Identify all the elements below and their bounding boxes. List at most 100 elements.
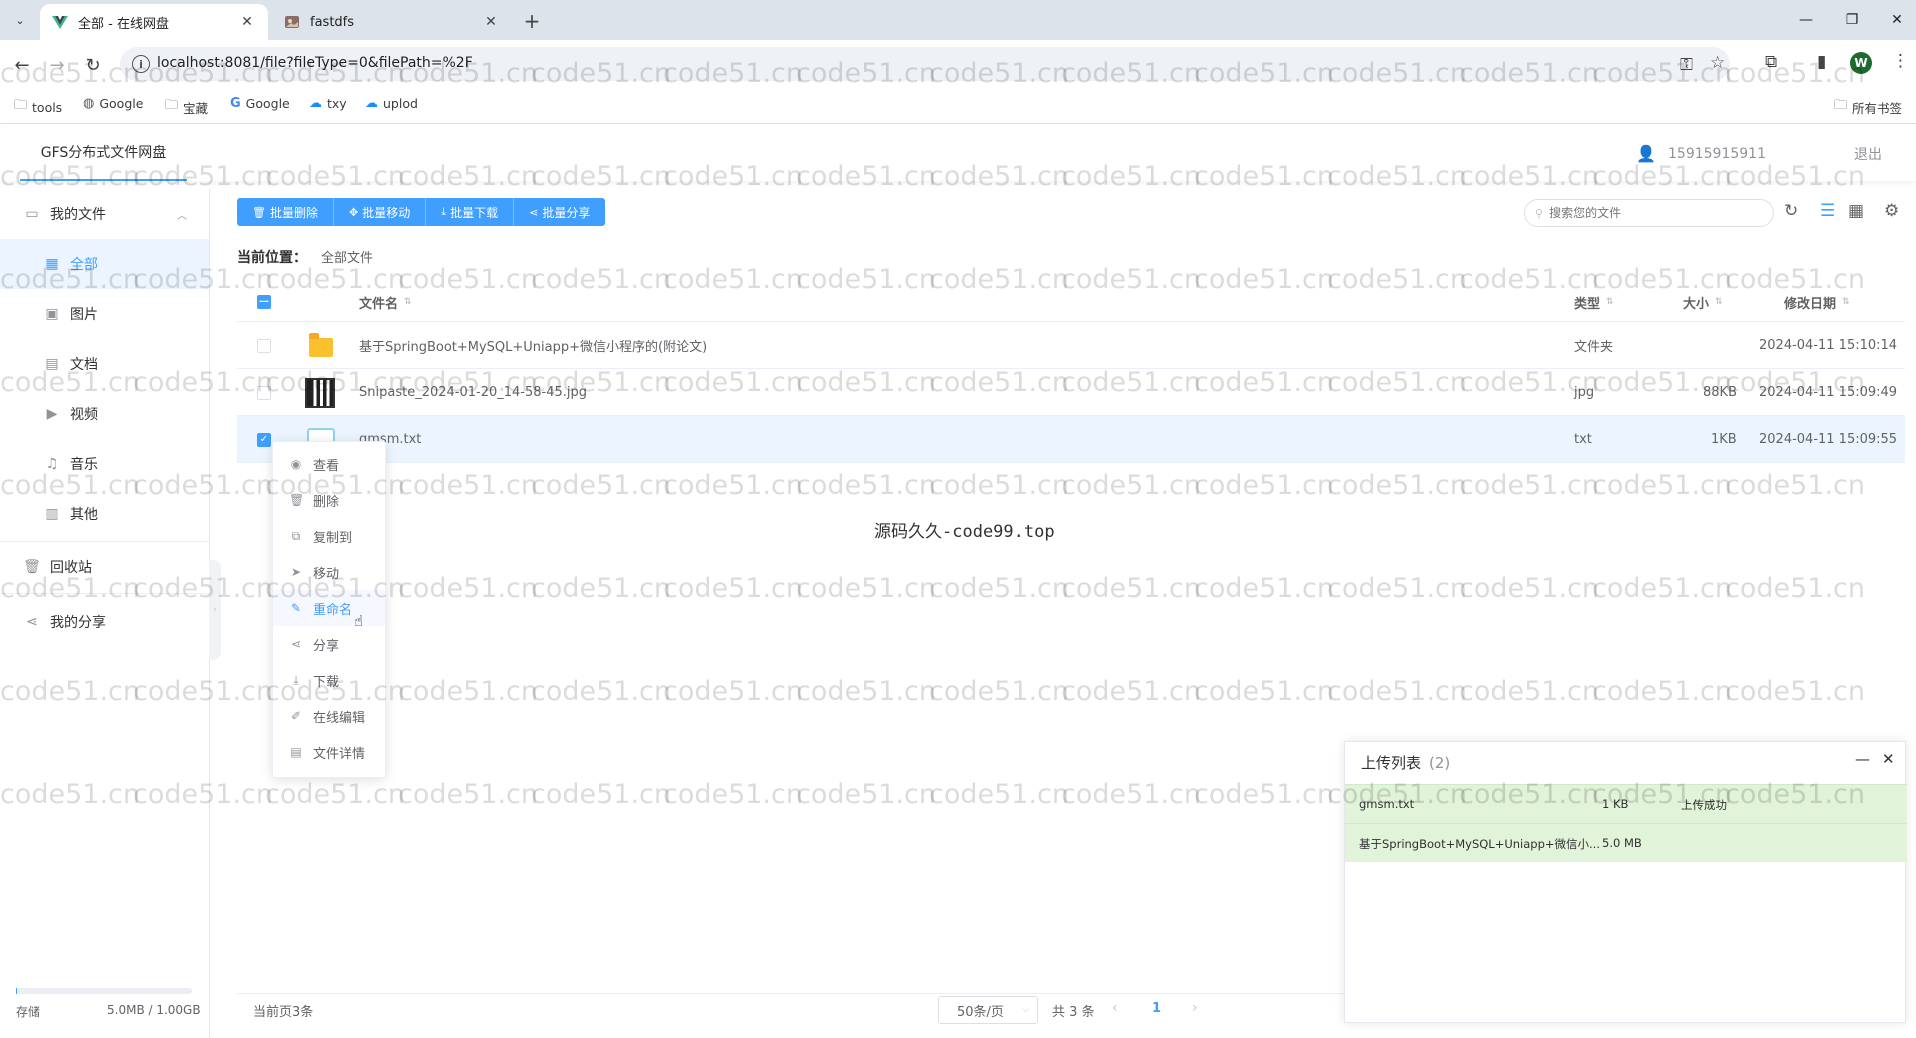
pen-icon: ✐ (290, 709, 302, 723)
bookmark-uplod[interactable]: ☁ uplod (365, 96, 418, 111)
batch-move-button[interactable]: ✥ 批量移动 (333, 198, 427, 226)
trash-icon: 🗑 (23, 559, 41, 575)
file-name[interactable]: 基于SpringBoot+MySQL+Uniapp+微信小程序的(附论文) (359, 322, 707, 369)
forward-arrow-icon[interactable]: → (44, 52, 70, 78)
back-arrow-icon[interactable]: ← (9, 52, 35, 78)
batch-delete-button[interactable]: 🗑 批量删除 (237, 198, 334, 226)
browser-tab-fastdfs[interactable]: fastdfs ✕ (272, 4, 512, 40)
sidebar-recycle-bin[interactable]: 🗑 回收站 (0, 542, 209, 592)
column-type[interactable]: 类型 ⇅ (1574, 282, 1614, 322)
row-checkbox[interactable]: ✓ (257, 432, 271, 447)
menu-item-view[interactable]: ◉ 查看 (273, 446, 385, 482)
breadcrumb-label: 当前位置： (237, 250, 307, 266)
watermark-text: code51.cn (398, 573, 539, 604)
menu-item-share[interactable]: ⋖ 分享 (273, 626, 385, 662)
file-name[interactable]: Snipaste_2024-01-20_14-58-45.jpg (359, 369, 587, 416)
restore-window-icon[interactable]: ❐ (1837, 8, 1867, 32)
file-type: jpg (1574, 385, 1595, 400)
watermark-text: code51.cn (1194, 470, 1335, 501)
bookmark-google[interactable]: ◍ Google (83, 96, 143, 111)
menu-item-rename[interactable]: ✎ 重命名 (273, 590, 385, 626)
qr-image-icon (305, 377, 335, 408)
file-search-box[interactable]: ⚲ (1524, 199, 1774, 227)
cloud-icon: ☁ (309, 96, 322, 111)
menu-item-download[interactable]: ⤓ 下载 (273, 662, 385, 698)
bookmark-google-2[interactable]: G Google (230, 96, 290, 111)
menu-item-copy-to[interactable]: ⧉ 复制到 (273, 518, 385, 554)
bookmark-baozang[interactable]: 🗀 宝藏 (165, 96, 208, 118)
refresh-icon[interactable]: ↻ (1784, 201, 1798, 221)
watermark-text: code51.cn (1061, 779, 1202, 810)
list-view-icon[interactable]: ☰ (1820, 201, 1835, 221)
file-date: 2024-04-11 15:09:55 (1759, 432, 1898, 447)
watermark-text: code51.cn (1459, 573, 1600, 604)
browser-tab-active[interactable]: 全部 - 在线网盘 ✕ (40, 4, 268, 40)
site-info-icon[interactable]: i (132, 55, 150, 73)
close-window-icon[interactable]: ✕ (1882, 8, 1912, 32)
menu-item-delete[interactable]: 🗑 删除 (273, 482, 385, 518)
select-all-checkbox[interactable]: — (257, 295, 271, 309)
file-search-input[interactable] (1549, 206, 1750, 220)
row-checkbox[interactable] (257, 385, 271, 400)
sort-icon[interactable]: ⇅ (1606, 297, 1614, 307)
sort-icon[interactable]: ⇅ (1715, 297, 1723, 307)
page-size-select[interactable]: 50条/页 ⌵ (938, 996, 1038, 1024)
logout-link[interactable]: 退出 (1854, 144, 1882, 164)
table-row[interactable]: Snipaste_2024-01-20_14-58-45.jpg jpg 88K… (237, 369, 1905, 416)
sidebar-item-other[interactable]: ▥ 其他 (0, 489, 209, 539)
batch-download-button[interactable]: ⤓ 批量下载 (426, 198, 515, 226)
sidebar-item-all[interactable]: ▦ 全部 (0, 239, 209, 289)
tab-search-dropdown-icon[interactable]: ⌄ (8, 9, 32, 31)
app-title-tab[interactable]: GFS分布式文件网盘 (20, 124, 187, 181)
sidebar-my-share[interactable]: ⋖ 我的分享 (0, 597, 209, 647)
breadcrumb-path[interactable]: 全部文件 (321, 247, 373, 267)
sidebar-item-videos[interactable]: ▶ 视频 (0, 389, 209, 439)
sidebar-my-files[interactable]: ▭ 我的文件 ︿ (0, 189, 209, 239)
all-bookmarks[interactable]: 🗀 所有书签 (1834, 96, 1902, 118)
prev-page-icon[interactable]: ‹ (1112, 1000, 1118, 1016)
side-panel-icon[interactable]: ▮ (1817, 52, 1826, 72)
column-size[interactable]: 大小 ⇅ (1683, 282, 1723, 322)
new-tab-icon[interactable]: + (520, 9, 544, 33)
folder-icon: 🗀 (165, 98, 179, 113)
menu-item-move[interactable]: ➤ 移动 (273, 554, 385, 590)
minimize-icon[interactable]: — (1855, 750, 1870, 768)
close-tab-icon[interactable]: ✕ (238, 13, 256, 31)
password-key-icon[interactable]: ⚿ (1680, 55, 1693, 75)
bookmark-txy[interactable]: ☁ txy (309, 96, 347, 111)
sort-icon[interactable]: ⇅ (404, 297, 412, 307)
close-icon[interactable]: ✕ (1882, 750, 1895, 768)
next-page-icon[interactable]: › (1192, 1000, 1198, 1016)
bookmark-star-icon[interactable]: ☆ (1710, 53, 1725, 73)
user-info[interactable]: 👤 15915915911 (1636, 144, 1766, 163)
browser-menu-icon[interactable]: ⋮ (1892, 51, 1909, 71)
row-checkbox[interactable] (257, 338, 271, 353)
column-name[interactable]: 文件名 ⇅ (359, 282, 412, 322)
headphones-icon: ♫ (45, 456, 59, 472)
minimize-window-icon[interactable]: — (1791, 8, 1821, 32)
table-row[interactable]: 基于SpringBoot+MySQL+Uniapp+微信小程序的(附论文) 文件… (237, 322, 1905, 369)
batch-share-button[interactable]: ⋖ 批量分享 (514, 198, 606, 226)
profile-avatar[interactable]: W (1850, 52, 1872, 74)
address-bar[interactable]: i localhost:8081/file?fileType=0&filePat… (120, 47, 1730, 81)
sidebar-item-images[interactable]: ▣ 图片 (0, 289, 209, 339)
watermark-text: code51.cn (796, 470, 937, 501)
sort-icon[interactable]: ⇅ (1842, 297, 1850, 307)
storage-progress-fill (16, 988, 17, 994)
column-date[interactable]: 修改日期 ⇅ (1784, 282, 1850, 322)
menu-item-online-edit[interactable]: ✐ 在线编辑 (273, 698, 385, 734)
extensions-puzzle-icon[interactable]: ⧉ (1765, 52, 1777, 72)
page-number[interactable]: 1 (1152, 1001, 1161, 1016)
menu-item-file-details[interactable]: ▤ 文件详情 (273, 734, 385, 770)
bookmark-tools[interactable]: 🗀 tools (14, 96, 62, 118)
settings-gear-icon[interactable]: ⚙ (1884, 201, 1899, 221)
grid-view-icon[interactable]: ▦ (1848, 201, 1864, 221)
select-all-checkbox-cell[interactable]: — (257, 282, 271, 322)
reload-icon[interactable]: ↻ (80, 52, 106, 78)
sidebar-item-documents[interactable]: ▤ 文档 (0, 339, 209, 389)
close-tab-icon[interactable]: ✕ (482, 13, 500, 31)
sidebar-collapse-handle[interactable]: ‹ (209, 560, 221, 660)
sidebar-item-music[interactable]: ♫ 音乐 (0, 439, 209, 489)
upload-list-panel: 上传列表 (2) — ✕ gmsm.txt 1 KB 上传成功 基于SpringB… (1344, 741, 1907, 1023)
table-row[interactable]: ✓ gmsm.txt txt 1KB 2024-04-11 15:09:55 (237, 416, 1905, 463)
